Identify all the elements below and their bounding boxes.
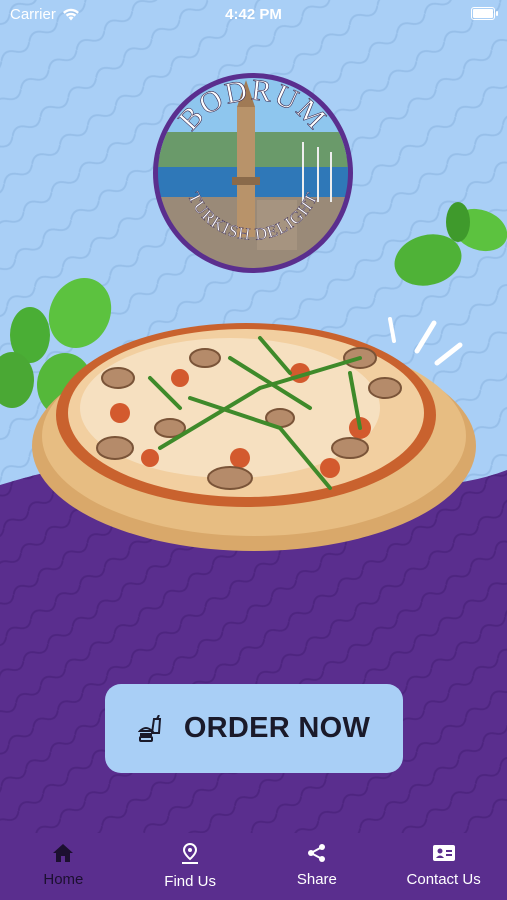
order-now-button[interactable]: ORDER NOW	[105, 684, 403, 773]
tab-contact-us[interactable]: Contact Us	[380, 833, 507, 900]
tab-home-label: Home	[43, 871, 84, 888]
restaurant-logo: BODRUM TURKISH DELIGHT	[153, 73, 353, 273]
basil-leaves-right	[394, 202, 507, 286]
tab-find-us[interactable]: Find Us	[127, 833, 254, 900]
order-now-label: ORDER NOW	[183, 712, 371, 744]
status-bar: Carrier 4:42 PM	[0, 0, 507, 30]
tab-contact-us-label: Contact Us	[406, 871, 481, 888]
share-icon	[307, 844, 325, 862]
tab-bar: Home Find Us Share Contact Us	[0, 833, 507, 900]
home-icon	[53, 844, 74, 862]
location-pin-icon	[182, 843, 199, 864]
sparkle-marks	[388, 317, 463, 366]
contact-card-icon	[432, 845, 455, 861]
tab-home[interactable]: Home	[0, 833, 127, 900]
battery-icon	[471, 7, 498, 20]
tab-share-label: Share	[296, 871, 337, 888]
status-time: 4:42 PM	[225, 6, 282, 23]
tab-share[interactable]: Share	[254, 833, 381, 900]
fast-food-icon	[137, 714, 161, 742]
tab-find-us-label: Find Us	[164, 873, 216, 890]
